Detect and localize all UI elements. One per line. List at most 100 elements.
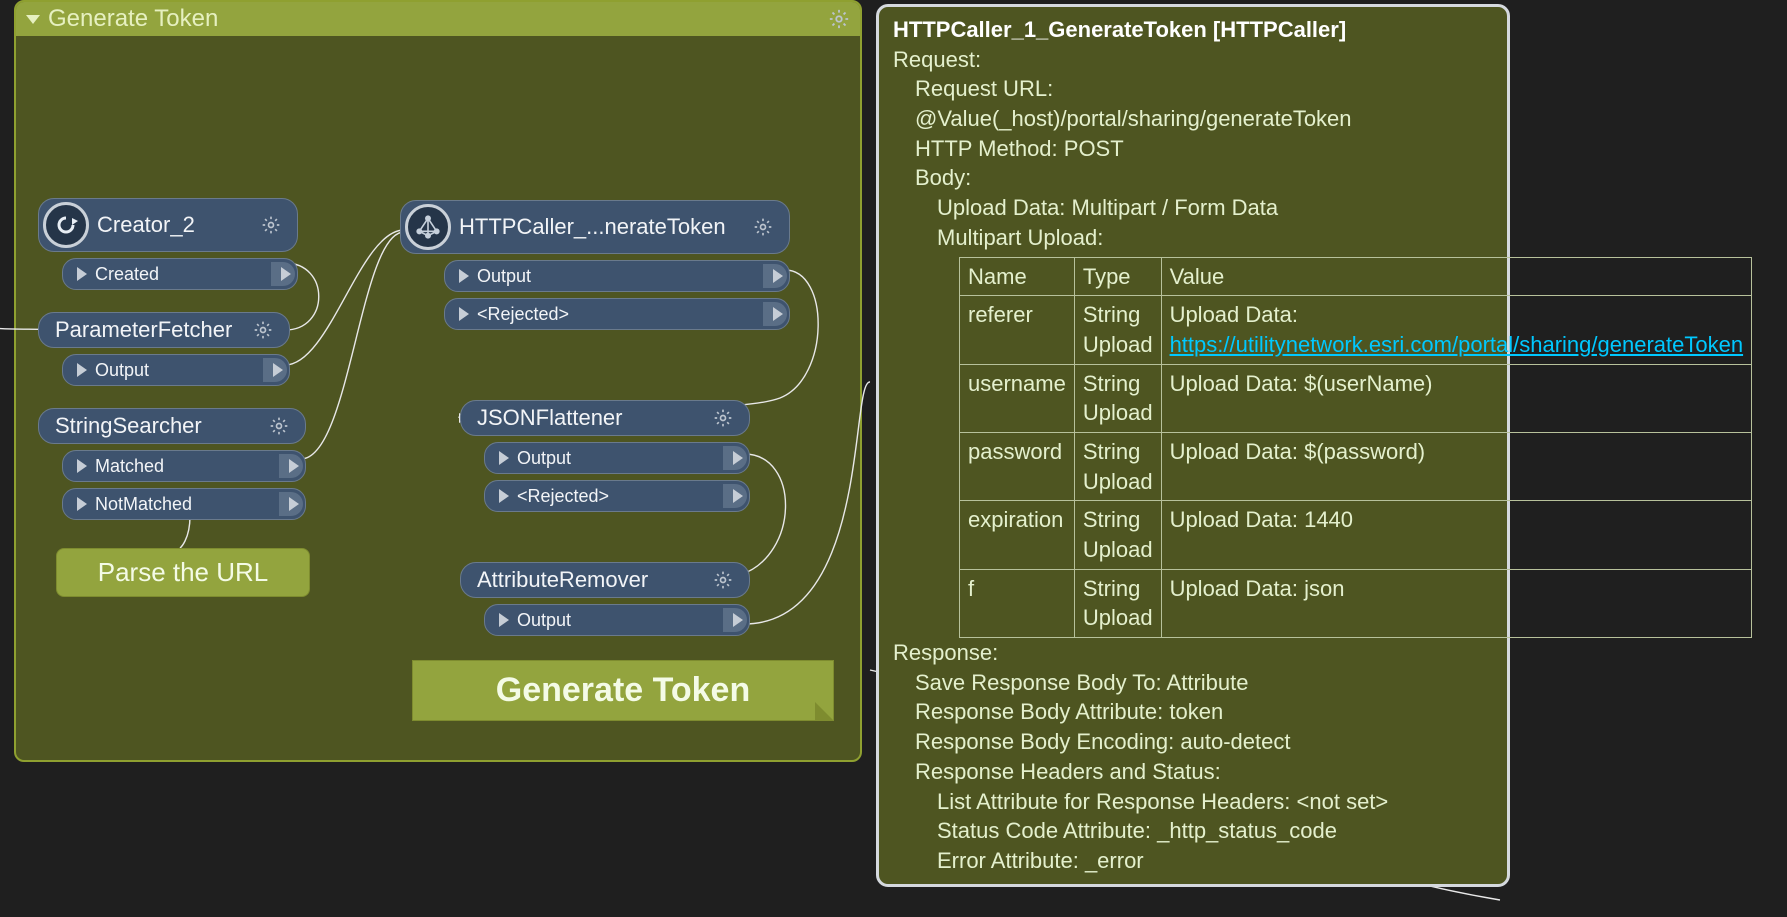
table-row: username String Upload Upload Data: $(us… <box>960 364 1752 432</box>
info-row: Error Attribute: _error <box>893 846 1493 876</box>
node-json-flattener[interactable]: JSONFlattener Output <Rejected> <box>460 400 750 512</box>
gear-icon[interactable] <box>253 320 273 340</box>
td: Upload Data: $(password) <box>1161 432 1752 500</box>
group-gear-icon[interactable] <box>828 8 850 30</box>
value: @Value(_host)/portal/sharing/generateTok… <box>915 106 1352 131</box>
gear-icon[interactable] <box>713 408 733 428</box>
td: String Upload <box>1074 432 1161 500</box>
node-header[interactable]: JSONFlattener <box>460 400 750 436</box>
info-row: Response Body Encoding: auto-detect <box>893 727 1493 757</box>
label: HTTP Method: <box>915 136 1064 161</box>
th: Value <box>1161 257 1752 296</box>
gear-icon[interactable] <box>269 416 289 436</box>
td: f <box>960 569 1075 637</box>
table-header-row: Name Type Value <box>960 257 1752 296</box>
info-row: HTTP Method: POST <box>893 134 1493 164</box>
info-row: List Attribute for Response Headers: <no… <box>893 787 1493 817</box>
label: Upload Data: <box>1170 302 1298 327</box>
node-header[interactable]: StringSearcher <box>38 408 306 444</box>
play-icon <box>499 451 509 465</box>
play-icon <box>459 307 469 321</box>
port-label: <Rejected> <box>517 486 609 507</box>
td: expiration <box>960 501 1075 569</box>
annotation-text: Parse the URL <box>98 557 269 587</box>
th: Type <box>1074 257 1161 296</box>
node-title: HTTPCaller_...nerateToken <box>459 214 726 240</box>
td: Upload Data: json <box>1161 569 1752 637</box>
collapse-icon[interactable] <box>26 15 40 24</box>
node-creator[interactable]: Creator_2 Created <box>38 198 298 290</box>
node-header[interactable]: Creator_2 <box>38 198 298 252</box>
label: Request URL: <box>915 76 1053 101</box>
port-output-icon[interactable] <box>263 358 287 382</box>
output-port[interactable]: <Rejected> <box>444 298 790 330</box>
port-output-icon[interactable] <box>723 484 747 508</box>
info-row: Response Body Attribute: token <box>893 697 1493 727</box>
output-port[interactable]: Output <box>484 604 750 636</box>
network-icon <box>405 204 451 250</box>
node-httpcaller[interactable]: HTTPCaller_...nerateToken Output <Reject… <box>400 200 790 330</box>
port-label: Matched <box>95 456 164 477</box>
node-header[interactable]: ParameterFetcher <box>38 312 290 348</box>
output-port[interactable]: Matched <box>62 450 306 482</box>
group-title: Generate Token <box>48 5 218 33</box>
node-attribute-remover[interactable]: AttributeRemover Output <box>460 562 750 636</box>
node-header[interactable]: HTTPCaller_...nerateToken <box>400 200 790 254</box>
play-icon <box>77 459 87 473</box>
node-parameter-fetcher[interactable]: ParameterFetcher Output <box>38 312 290 386</box>
sticky-generate-token[interactable]: Generate Token <box>412 660 834 721</box>
info-panel[interactable]: HTTPCaller_1_GenerateToken [HTTPCaller] … <box>876 4 1510 887</box>
port-output-icon[interactable] <box>271 262 295 286</box>
output-port[interactable]: <Rejected> <box>484 480 750 512</box>
table-row: f String Upload Upload Data: json <box>960 569 1752 637</box>
port-label: Output <box>477 266 531 287</box>
value: POST <box>1064 136 1124 161</box>
port-output-icon[interactable] <box>723 608 747 632</box>
port-output-icon[interactable] <box>279 492 303 516</box>
play-icon <box>499 613 509 627</box>
node-title: ParameterFetcher <box>55 317 232 343</box>
gear-icon[interactable] <box>713 570 733 590</box>
port-output-icon[interactable] <box>723 446 747 470</box>
multipart-table: Name Type Value referer String Upload Up… <box>959 257 1752 639</box>
port-output-icon[interactable] <box>763 302 787 326</box>
th: Name <box>960 257 1075 296</box>
output-port[interactable]: Created <box>62 258 298 290</box>
td: String Upload <box>1074 364 1161 432</box>
td: Upload Data: 1440 <box>1161 501 1752 569</box>
port-label: Created <box>95 264 159 285</box>
info-row: Save Response Body To: Attribute <box>893 668 1493 698</box>
gear-icon[interactable] <box>753 217 773 237</box>
port-label: Output <box>517 448 571 469</box>
table-row: referer String Upload Upload Data: https… <box>960 296 1752 364</box>
output-port[interactable]: Output <box>62 354 290 386</box>
port-label: <Rejected> <box>477 304 569 325</box>
info-response-label: Response: <box>893 638 1493 668</box>
output-port[interactable]: Output <box>484 442 750 474</box>
value: Multipart / Form Data <box>1072 195 1279 220</box>
port-output-icon[interactable] <box>279 454 303 478</box>
info-request-label: Request: <box>893 45 1493 75</box>
td: String Upload <box>1074 501 1161 569</box>
gear-icon[interactable] <box>261 215 281 235</box>
td: String Upload <box>1074 296 1161 364</box>
info-row: Status Code Attribute: _http_status_code <box>893 816 1493 846</box>
port-label: Output <box>95 360 149 381</box>
label: Upload Data: <box>937 195 1072 220</box>
output-port[interactable]: Output <box>444 260 790 292</box>
port-label: NotMatched <box>95 494 192 515</box>
port-output-icon[interactable] <box>763 264 787 288</box>
play-icon <box>499 489 509 503</box>
table-row: password String Upload Upload Data: $(pa… <box>960 432 1752 500</box>
info-body-label: Body: <box>893 163 1493 193</box>
annotation-parse-url[interactable]: Parse the URL <box>56 548 310 597</box>
info-row: Request URL: @Value(_host)/portal/sharin… <box>893 74 1493 133</box>
info-row: Response Headers and Status: <box>893 757 1493 787</box>
output-port[interactable]: NotMatched <box>62 488 306 520</box>
node-title: Creator_2 <box>97 212 195 238</box>
node-header[interactable]: AttributeRemover <box>460 562 750 598</box>
group-titlebar[interactable]: Generate Token <box>16 2 860 36</box>
node-string-searcher[interactable]: StringSearcher Matched NotMatched <box>38 408 306 520</box>
td: Upload Data: $(userName) <box>1161 364 1752 432</box>
link[interactable]: https://utilitynetwork.esri.com/portal/s… <box>1170 332 1744 357</box>
